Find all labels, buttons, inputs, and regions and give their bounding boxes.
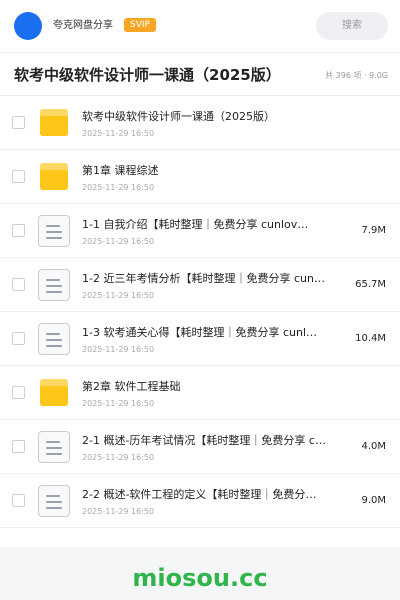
watermark: miosou.cc xyxy=(132,564,268,592)
username[interactable]: 夸克网盘分享 xyxy=(53,19,113,33)
top-bar: 夸克网盘分享 SVIP 搜索 xyxy=(0,0,400,52)
file-size: 4.0M xyxy=(361,441,386,452)
file-date: 2025-11-29 16:50 xyxy=(82,237,155,246)
svip-badge: SVIP xyxy=(124,18,156,32)
search-button[interactable]: 搜索 xyxy=(316,12,388,40)
list-item[interactable]: 1-1 自我介绍【耗时整理｜免费分享 cunlov… 2025-11-29 16:… xyxy=(0,204,400,258)
file-name: 2-2 概述-软件工程的定义【耗时整理｜免费分享 … xyxy=(82,488,327,501)
select-checkbox[interactable] xyxy=(12,494,25,507)
file-date: 2025-11-29 16:50 xyxy=(82,507,155,516)
folder-icon xyxy=(38,107,70,139)
file-name: 2-1 概述-历年考试情况【耗时整理｜免费分享 c… xyxy=(82,434,326,447)
select-checkbox[interactable] xyxy=(12,386,25,399)
list-item[interactable]: 2-1 概述-历年考试情况【耗时整理｜免费分享 c… 2025-11-29 16:… xyxy=(0,420,400,474)
select-checkbox[interactable] xyxy=(12,224,25,237)
document-icon xyxy=(38,431,70,463)
select-checkbox[interactable] xyxy=(12,440,25,453)
select-checkbox[interactable] xyxy=(12,332,25,345)
file-size: 9.0M xyxy=(361,495,386,506)
file-count: 共 396 项 · 9.0G xyxy=(325,71,388,80)
list-item[interactable]: 第2章 软件工程基础 2025-11-29 16:50 xyxy=(0,366,400,420)
select-checkbox[interactable] xyxy=(12,278,25,291)
file-size: 10.4M xyxy=(355,333,386,344)
select-checkbox[interactable] xyxy=(12,116,25,129)
file-size: 65.7M xyxy=(355,279,386,290)
file-name: 第1章 课程综述 xyxy=(82,164,159,177)
list-item[interactable]: 2-2 概述-软件工程的定义【耗时整理｜免费分享 … 2025-11-29 16:… xyxy=(0,474,400,528)
file-date: 2025-11-29 16:50 xyxy=(82,399,155,408)
document-icon xyxy=(38,323,70,355)
file-name: 第2章 软件工程基础 xyxy=(82,380,181,393)
file-size: 7.9M xyxy=(361,225,386,236)
list-item[interactable]: 第1章 课程综述 2025-11-29 16:50 xyxy=(0,150,400,204)
file-name: 1-2 近三年考情分析【耗时整理｜免费分享 cun… xyxy=(82,272,325,285)
document-icon xyxy=(38,269,70,301)
file-date: 2025-11-29 16:50 xyxy=(82,291,155,300)
file-date: 2025-11-29 16:50 xyxy=(82,129,155,138)
list-item[interactable]: 1-3 软考通关心得【耗时整理｜免费分享 cunl… 2025-11-29 16:… xyxy=(0,312,400,366)
avatar[interactable] xyxy=(14,12,42,40)
file-name: 1-1 自我介绍【耗时整理｜免费分享 cunlov… xyxy=(82,218,309,231)
folder-icon xyxy=(38,377,70,409)
file-name: 1-3 软考通关心得【耗时整理｜免费分享 cunl… xyxy=(82,326,318,339)
file-date: 2025-11-29 16:50 xyxy=(82,345,155,354)
list-item[interactable]: 软考中级软件设计师一课通（2025版） 2025-11-29 16:50 xyxy=(0,96,400,150)
file-date: 2025-11-29 16:50 xyxy=(82,453,155,462)
select-checkbox[interactable] xyxy=(12,170,25,183)
folder-header: 软考中级软件设计师一课通（2025版） 共 396 项 · 9.0G xyxy=(0,52,400,96)
page-title: 软考中级软件设计师一课通（2025版） xyxy=(14,66,281,84)
document-icon xyxy=(38,485,70,517)
file-name: 软考中级软件设计师一课通（2025版） xyxy=(82,110,275,123)
file-list: 软考中级软件设计师一课通（2025版） 2025-11-29 16:50 第1章 课… xyxy=(0,96,400,547)
folder-icon xyxy=(38,161,70,193)
document-icon xyxy=(38,215,70,247)
file-date: 2025-11-29 16:50 xyxy=(82,183,155,192)
list-item[interactable]: 1-2 近三年考情分析【耗时整理｜免费分享 cun… 2025-11-29 16:… xyxy=(0,258,400,312)
